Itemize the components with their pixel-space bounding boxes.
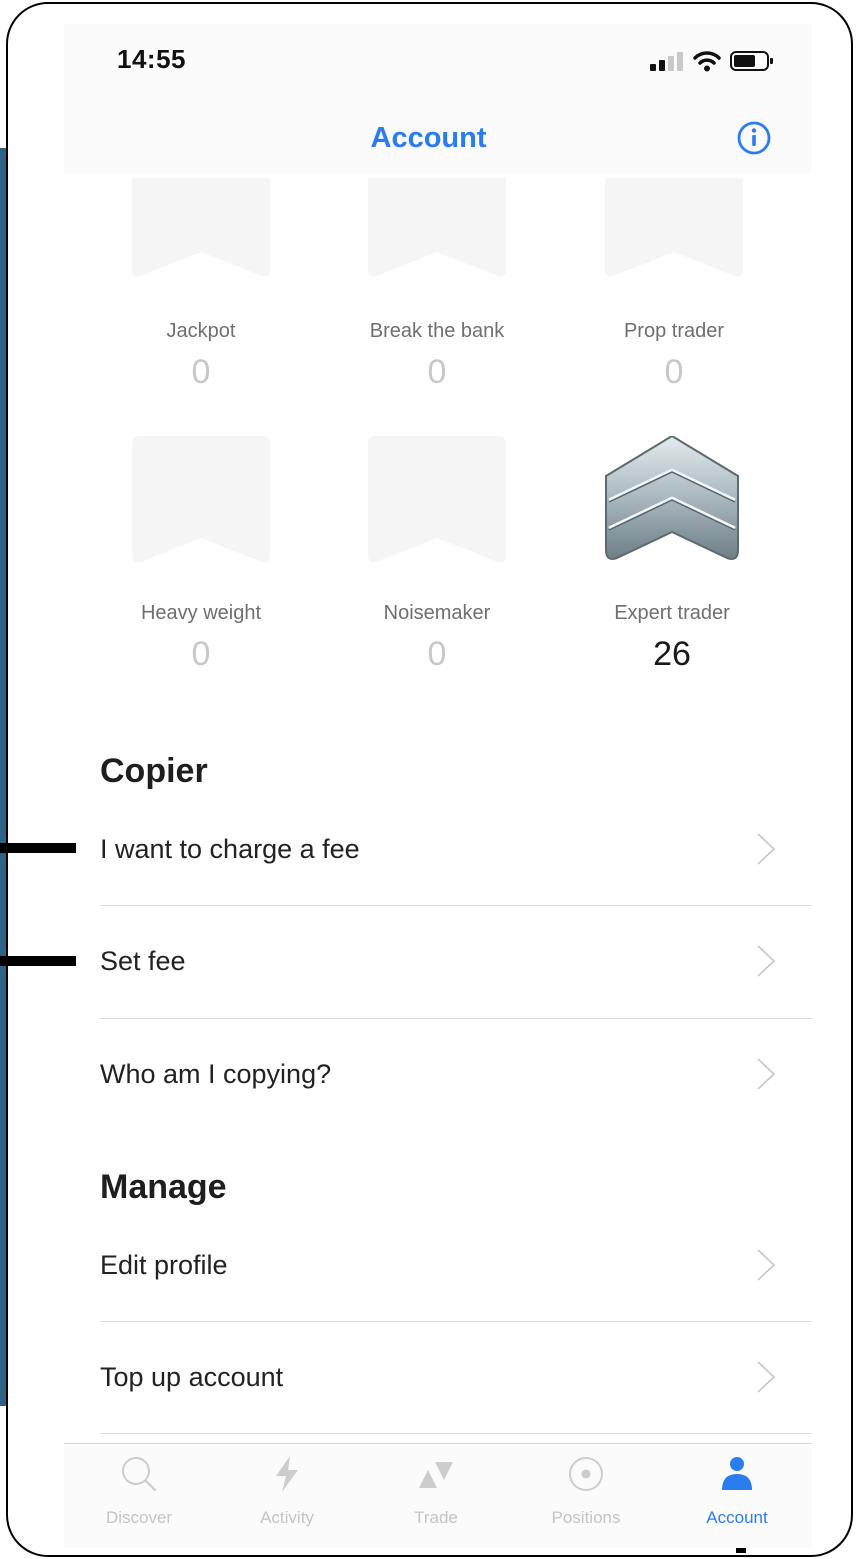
menu-item-edit-profile[interactable]: Edit profile <box>100 1210 812 1320</box>
lightning-icon <box>276 1456 298 1492</box>
search-icon <box>122 1457 157 1492</box>
badge-name: Expert trader <box>614 602 730 624</box>
person-icon <box>722 1457 752 1490</box>
tab-label: Positions <box>551 1508 621 1527</box>
status-time: 14:55 <box>117 44 186 74</box>
tab-account[interactable]: Account <box>662 1444 812 1548</box>
ribbon-placeholder-icon <box>368 178 506 277</box>
menu-item-who-am-i-copying[interactable]: Who am I copying? <box>100 1019 812 1129</box>
badge-count: 0 <box>427 353 447 391</box>
badge-name: Jackpot <box>166 320 236 342</box>
menu-item-label: Edit profile <box>100 1250 228 1280</box>
tab-label: Discover <box>105 1508 173 1527</box>
target-icon <box>569 1457 603 1491</box>
tab-label: Activity <box>260 1508 314 1527</box>
menu-item-label: Set fee <box>100 946 186 976</box>
tab-label: Account <box>706 1508 768 1527</box>
ribbon-placeholder-icon <box>132 435 270 563</box>
pointer-marker <box>0 956 76 966</box>
pointer-marker <box>0 843 76 853</box>
menu-item-label: Top up account <box>100 1362 284 1392</box>
menu-item-label: I want to charge a fee <box>100 834 360 864</box>
badge-break-the-bank[interactable]: Break the bank 0 <box>327 178 547 392</box>
chevron-rank-icon <box>605 434 739 560</box>
menu-item-label: Who am I copying? <box>100 1059 332 1089</box>
badge-name: Break the bank <box>369 320 505 342</box>
section-title-manage: Manage <box>100 1168 227 1206</box>
ribbon-placeholder-icon <box>132 178 270 277</box>
chevron-right-icon <box>757 1361 776 1393</box>
ribbon-placeholder-icon <box>368 435 506 563</box>
chevron-right-icon <box>757 833 776 865</box>
tab-discover[interactable]: Discover <box>64 1444 214 1548</box>
section-title-copier: Copier <box>100 752 208 790</box>
badge-count: 0 <box>191 635 211 673</box>
badge-count: 26 <box>653 635 691 673</box>
badge-count: 0 <box>664 353 684 391</box>
chevron-right-icon <box>757 945 776 977</box>
badge-name: Heavy weight <box>140 602 262 624</box>
info-icon[interactable] <box>737 121 771 155</box>
tab-activity[interactable]: Activity <box>212 1444 362 1548</box>
badge-heavy-weight[interactable]: Heavy weight 0 <box>91 435 311 674</box>
menu-item-top-up-account[interactable]: Top up account <box>100 1322 812 1432</box>
ribbon-placeholder-icon <box>605 178 743 277</box>
badge-expert-trader[interactable]: Expert trader 26 <box>562 434 782 674</box>
badge-count: 0 <box>191 353 211 391</box>
badge-count: 0 <box>427 635 447 673</box>
chevron-right-icon <box>757 1058 776 1090</box>
badge-jackpot[interactable]: Jackpot 0 <box>91 178 311 392</box>
chevron-right-icon <box>757 1249 776 1281</box>
status-icons <box>650 50 774 72</box>
tab-label: Trade <box>414 1508 458 1527</box>
badge-noisemaker[interactable]: Noisemaker 0 <box>327 435 547 674</box>
page-title: Account <box>370 122 487 154</box>
tab-bar: Discover Activity Trade Positions Accoun… <box>64 1443 812 1548</box>
badge-name: Prop trader <box>623 320 725 342</box>
menu-item-set-fee[interactable]: Set fee <box>100 906 812 1016</box>
badge-name: Noisemaker <box>383 602 491 624</box>
wifi-icon <box>693 51 721 72</box>
signal-icon <box>650 52 683 71</box>
tab-trade[interactable]: Trade <box>361 1444 511 1548</box>
divider <box>100 1433 812 1434</box>
tab-positions[interactable]: Positions <box>511 1444 661 1548</box>
up-down-triangles-icon <box>419 1462 453 1488</box>
badge-prop-trader[interactable]: Prop trader 0 <box>564 178 784 392</box>
battery-icon <box>730 51 773 71</box>
menu-item-charge-fee[interactable]: I want to charge a fee <box>100 794 812 904</box>
